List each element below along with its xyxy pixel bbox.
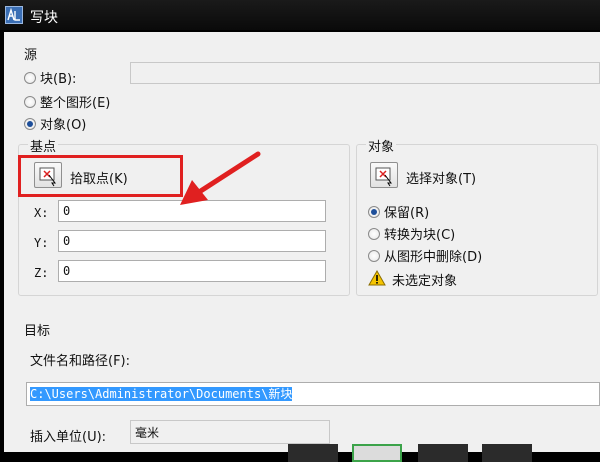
taskbar-thumbnail-4[interactable]: [482, 444, 532, 462]
radio-delete[interactable]: 从图形中删除(D): [368, 246, 482, 265]
radio-block-label: 块(B):: [40, 72, 77, 87]
select-objects-button[interactable]: [370, 162, 398, 188]
insert-units-label: 插入单位(U):: [30, 430, 107, 445]
path-label: 文件名和路径(F):: [30, 354, 131, 369]
taskbar-thumbnail-1[interactable]: [288, 444, 338, 462]
radio-retain[interactable]: 保留(R): [368, 202, 429, 221]
destination-group-label: 目标: [24, 324, 51, 339]
taskbar-thumbnail-3[interactable]: [418, 444, 468, 462]
radio-convert-label: 转换为块(C): [384, 228, 456, 243]
write-block-dialog: 源 块(B): 整个图形(E) 对象(O) 基点 拾取点(K) X: 0 Y: …: [4, 32, 600, 452]
red-highlight-box: [18, 155, 183, 197]
radio-convert-circle[interactable]: [368, 227, 380, 240]
select-objects-icon: [375, 167, 392, 187]
radio-block[interactable]: 块(B):: [24, 68, 76, 87]
z-input[interactable]: 0: [58, 260, 326, 282]
file-path-input[interactable]: C:\Users\Administrator\Documents\新块: [26, 382, 600, 406]
file-path-selected-text: C:\Users\Administrator\Documents\新块: [30, 387, 293, 401]
warning-icon: [368, 270, 386, 286]
radio-block-circle[interactable]: [24, 71, 36, 84]
select-objects-label[interactable]: 选择对象(T): [406, 168, 476, 187]
base-point-group-label: 基点: [28, 136, 59, 155]
title-bar: 写块: [0, 0, 600, 30]
objects-group-label: 对象: [366, 136, 397, 155]
radio-convert[interactable]: 转换为块(C): [368, 224, 455, 243]
radio-objects-circle[interactable]: [24, 117, 36, 130]
radio-retain-label: 保留(R): [384, 206, 430, 221]
taskbar-thumbnail-2[interactable]: [352, 444, 402, 462]
radio-retain-circle[interactable]: [368, 205, 380, 218]
app-icon: [5, 6, 23, 24]
z-label: Z:: [34, 266, 49, 280]
warning-text: 未选定对象: [392, 274, 458, 289]
radio-entire-circle[interactable]: [24, 95, 36, 108]
radio-objects-label: 对象(O): [40, 118, 87, 133]
radio-objects[interactable]: 对象(O): [24, 114, 86, 133]
source-group-label: 源: [24, 48, 38, 63]
block-name-combo[interactable]: [130, 62, 600, 84]
y-input[interactable]: 0: [58, 230, 326, 252]
window-title: 写块: [30, 10, 58, 26]
radio-delete-label: 从图形中删除(D): [384, 250, 483, 265]
insert-units-select[interactable]: 毫米: [130, 420, 330, 444]
y-label: Y:: [34, 236, 49, 250]
red-arrow-annotation: [180, 151, 261, 205]
radio-delete-circle[interactable]: [368, 249, 380, 262]
radio-entire-drawing[interactable]: 整个图形(E): [24, 92, 110, 111]
x-label: X:: [34, 206, 49, 220]
radio-entire-label: 整个图形(E): [40, 96, 111, 111]
